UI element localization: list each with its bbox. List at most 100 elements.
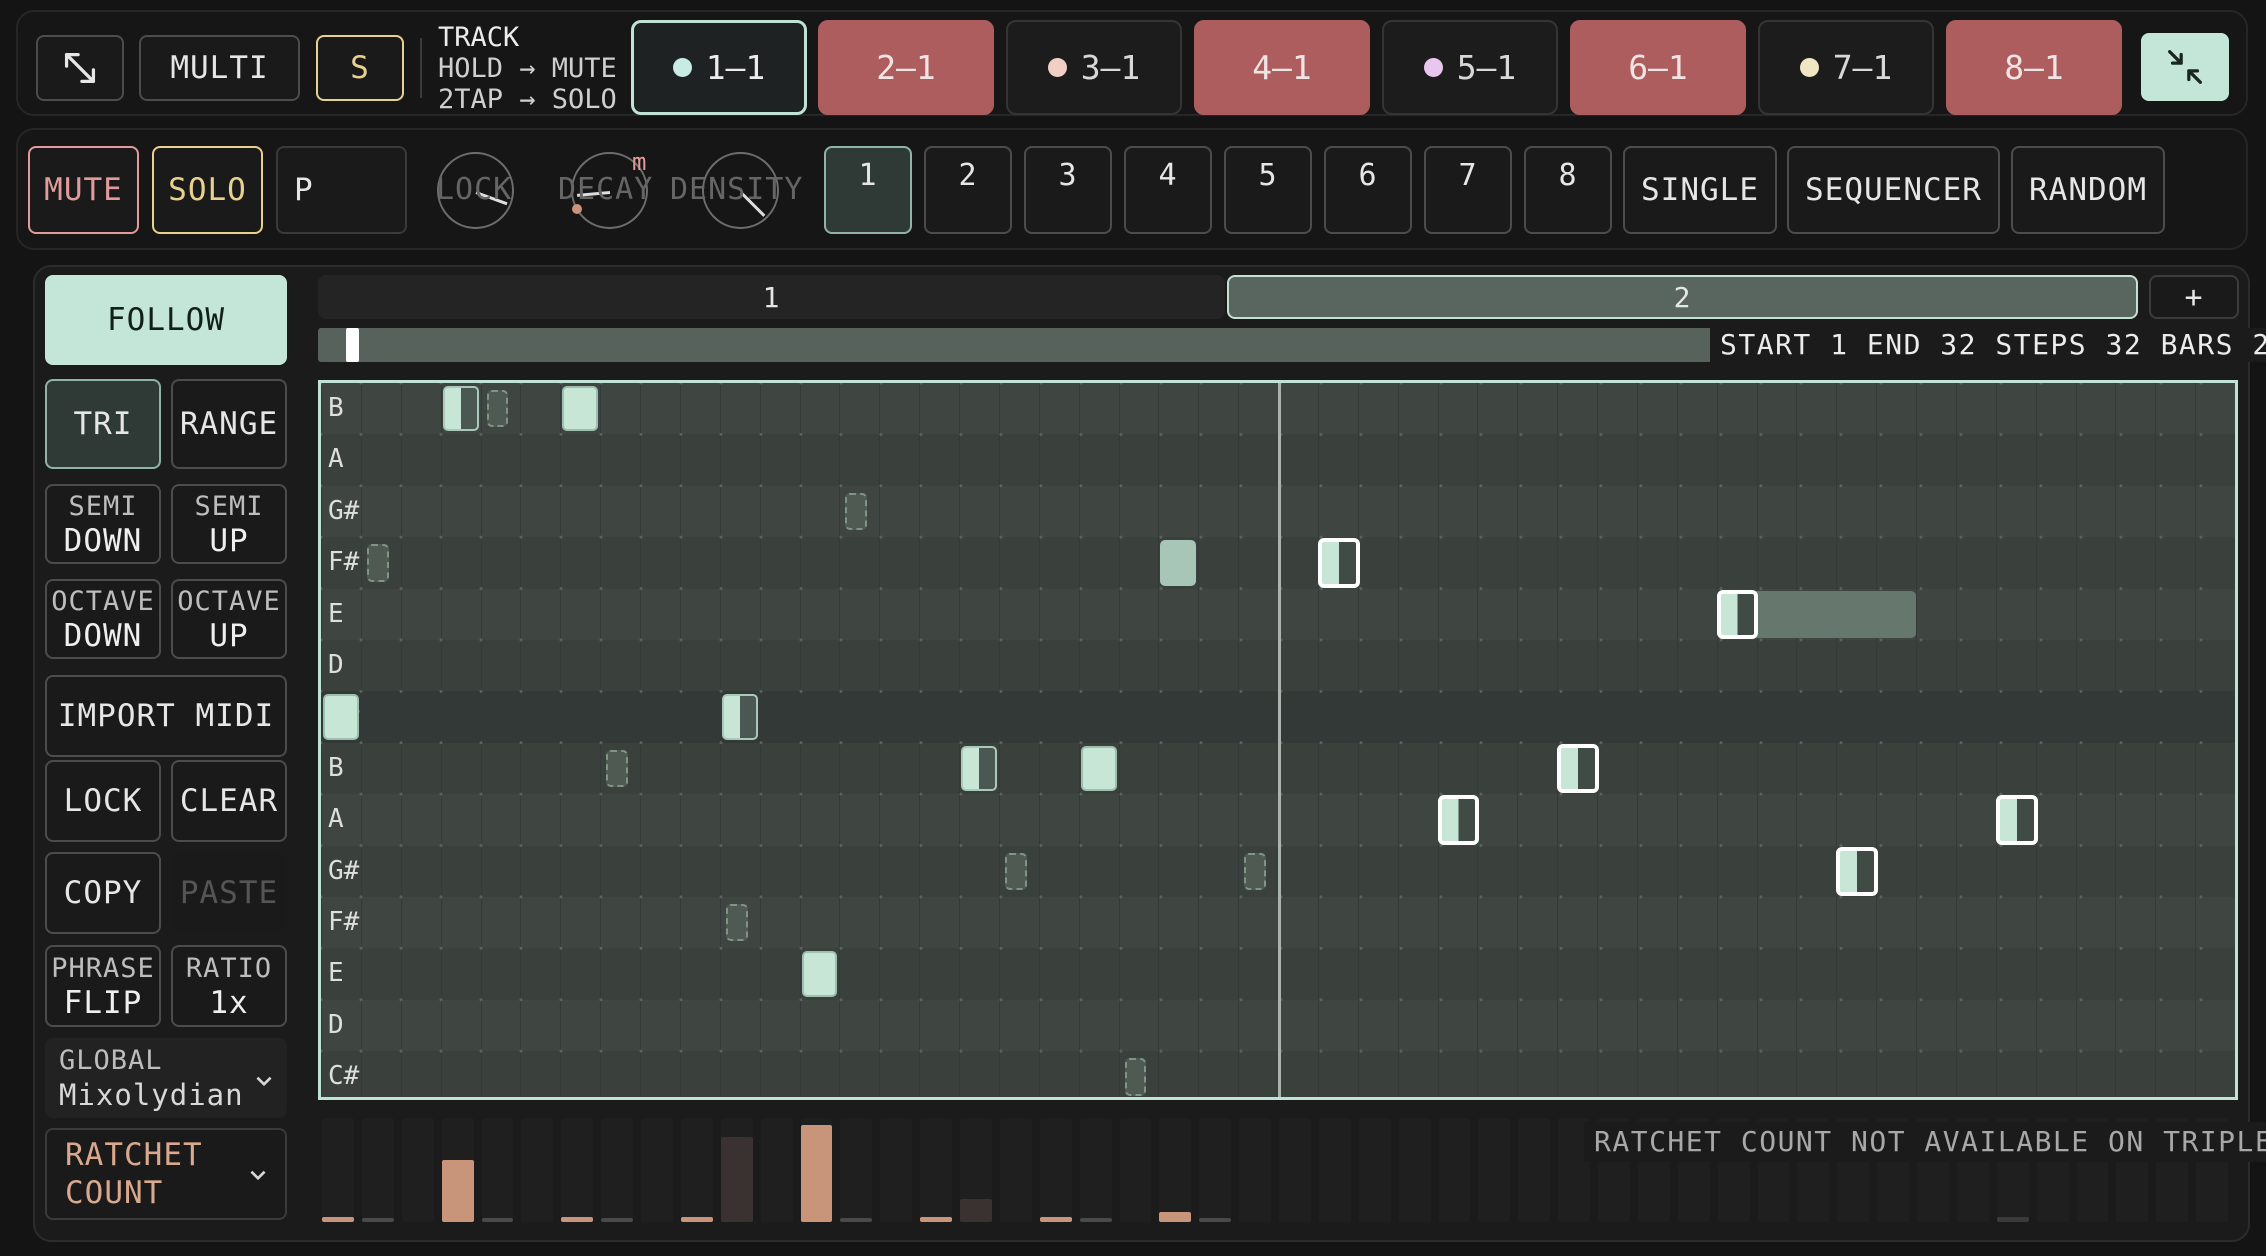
- velocity-bar[interactable]: [680, 1217, 713, 1222]
- velocity-slot[interactable]: [361, 1118, 394, 1222]
- piano-roll[interactable]: BAG#F#EDC#BAG#F#EDC#: [318, 380, 2238, 1100]
- pattern-2-button[interactable]: 2: [924, 146, 1012, 234]
- selected-note[interactable]: [1437, 795, 1480, 845]
- velocity-slot[interactable]: [1438, 1118, 1471, 1222]
- velocity-bar[interactable]: [920, 1217, 952, 1222]
- pattern-7-button[interactable]: 7: [1424, 146, 1512, 234]
- velocity-slot[interactable]: [1199, 1118, 1232, 1222]
- solo-button[interactable]: SOLO: [152, 146, 263, 234]
- selected-note[interactable]: [1836, 846, 1879, 896]
- note[interactable]: [1080, 745, 1117, 792]
- velocity-slot[interactable]: [1478, 1118, 1511, 1222]
- collapse-button[interactable]: [2141, 33, 2229, 101]
- pattern-1-button[interactable]: 1: [824, 146, 912, 234]
- velocity-bar[interactable]: [840, 1218, 873, 1222]
- velocity-slot[interactable]: [521, 1118, 554, 1222]
- ratchet-count-select[interactable]: RATCHET COUNT: [45, 1128, 287, 1220]
- velocity-bar[interactable]: [441, 1160, 474, 1222]
- follow-button[interactable]: FOLLOW: [45, 275, 287, 365]
- ratio-button[interactable]: RATIO 1x: [171, 945, 287, 1027]
- multi-button[interactable]: MULTI: [139, 35, 300, 101]
- velocity-bar[interactable]: [1199, 1218, 1232, 1222]
- selected-note[interactable]: [1995, 795, 2038, 845]
- ghost-note[interactable]: [486, 390, 509, 428]
- p-field[interactable]: P: [276, 146, 407, 234]
- range-button[interactable]: RANGE: [171, 379, 287, 469]
- selected-note[interactable]: [1557, 743, 1599, 794]
- track-3-button[interactable]: 3–1: [1006, 20, 1182, 115]
- track-1-button[interactable]: 1–1: [631, 20, 807, 115]
- note[interactable]: [961, 745, 997, 792]
- selected-note[interactable]: [1317, 538, 1360, 588]
- scale-select[interactable]: GLOBAL Mixolydian: [45, 1038, 287, 1118]
- ghost-note[interactable]: [1244, 852, 1267, 890]
- velocity-bar[interactable]: [960, 1199, 992, 1222]
- velocity-slot[interactable]: [1079, 1118, 1112, 1222]
- ghost-note[interactable]: [725, 904, 748, 942]
- note[interactable]: [1160, 540, 1197, 586]
- expand-button[interactable]: [36, 35, 124, 101]
- ghost-note[interactable]: [1124, 1058, 1147, 1096]
- note[interactable]: [323, 694, 359, 740]
- clear-button[interactable]: CLEAR: [171, 760, 287, 842]
- velocity-slot[interactable]: [1159, 1118, 1192, 1222]
- velocity-slot[interactable]: [840, 1118, 873, 1222]
- sequencer-button[interactable]: SEQUENCER: [1787, 146, 2000, 234]
- velocity-slot[interactable]: [760, 1118, 793, 1222]
- velocity-bar[interactable]: [322, 1217, 354, 1222]
- ghost-note[interactable]: [366, 544, 389, 582]
- track-4-button[interactable]: 4–1: [1194, 20, 1370, 115]
- track-5-button[interactable]: 5–1: [1382, 20, 1558, 115]
- velocity-slot[interactable]: [1518, 1118, 1551, 1222]
- velocity-slot[interactable]: [1119, 1118, 1152, 1222]
- ghost-note[interactable]: [845, 492, 868, 531]
- note[interactable]: [562, 386, 599, 432]
- bar-2-tab[interactable]: 2: [1227, 275, 2138, 319]
- ghost-note[interactable]: [606, 749, 629, 788]
- bar-1-tab[interactable]: 1: [318, 275, 1225, 319]
- phrase-flip-button[interactable]: PHRASE FLIP: [45, 945, 161, 1027]
- velocity-slot[interactable]: [641, 1118, 673, 1222]
- velocity-bar[interactable]: [800, 1125, 833, 1222]
- velocity-slot[interactable]: [1279, 1118, 1311, 1222]
- track-7-button[interactable]: 7–1: [1758, 20, 1934, 115]
- pattern-5-button[interactable]: 5: [1224, 146, 1312, 234]
- velocity-bar[interactable]: [561, 1217, 594, 1222]
- lock-button[interactable]: LOCK: [45, 760, 161, 842]
- velocity-slot[interactable]: [880, 1118, 913, 1222]
- pattern-6-button[interactable]: 6: [1324, 146, 1412, 234]
- single-button[interactable]: SINGLE: [1623, 146, 1777, 234]
- velocity-bar[interactable]: [720, 1137, 753, 1222]
- note[interactable]: [442, 386, 479, 432]
- mute-button[interactable]: MUTE: [28, 146, 139, 234]
- velocity-bar[interactable]: [601, 1218, 633, 1222]
- pattern-8-button[interactable]: 8: [1524, 146, 1612, 234]
- paste-button[interactable]: PASTE: [171, 852, 287, 934]
- selected-note[interactable]: [1716, 589, 1759, 639]
- velocity-slot[interactable]: [401, 1118, 434, 1222]
- velocity-slot[interactable]: [1239, 1118, 1271, 1222]
- solo-s-button[interactable]: S: [316, 35, 404, 101]
- velocity-bar[interactable]: [481, 1218, 514, 1222]
- velocity-slot[interactable]: [561, 1118, 594, 1222]
- ghost-note[interactable]: [1004, 852, 1027, 890]
- semi-down-button[interactable]: SEMI DOWN: [45, 484, 161, 564]
- velocity-slot[interactable]: [680, 1118, 713, 1222]
- octave-up-button[interactable]: OCTAVE UP: [171, 579, 287, 659]
- octave-down-button[interactable]: OCTAVE DOWN: [45, 579, 161, 659]
- velocity-bar[interactable]: [1159, 1212, 1192, 1222]
- copy-button[interactable]: COPY: [45, 852, 161, 934]
- velocity-slot[interactable]: [322, 1118, 354, 1222]
- velocity-bar[interactable]: [361, 1218, 394, 1222]
- semi-up-button[interactable]: SEMI UP: [171, 484, 287, 564]
- pattern-4-button[interactable]: 4: [1124, 146, 1212, 234]
- velocity-slot[interactable]: [999, 1118, 1032, 1222]
- velocity-slot[interactable]: [1039, 1118, 1072, 1222]
- velocity-slot[interactable]: [1398, 1118, 1431, 1222]
- velocity-slot[interactable]: [601, 1118, 633, 1222]
- track-2-button[interactable]: 2–1: [818, 20, 994, 115]
- velocity-slot[interactable]: [1318, 1118, 1351, 1222]
- velocity-slot[interactable]: [1358, 1118, 1391, 1222]
- velocity-slot[interactable]: [481, 1118, 514, 1222]
- note-tail[interactable]: [1744, 590, 1916, 638]
